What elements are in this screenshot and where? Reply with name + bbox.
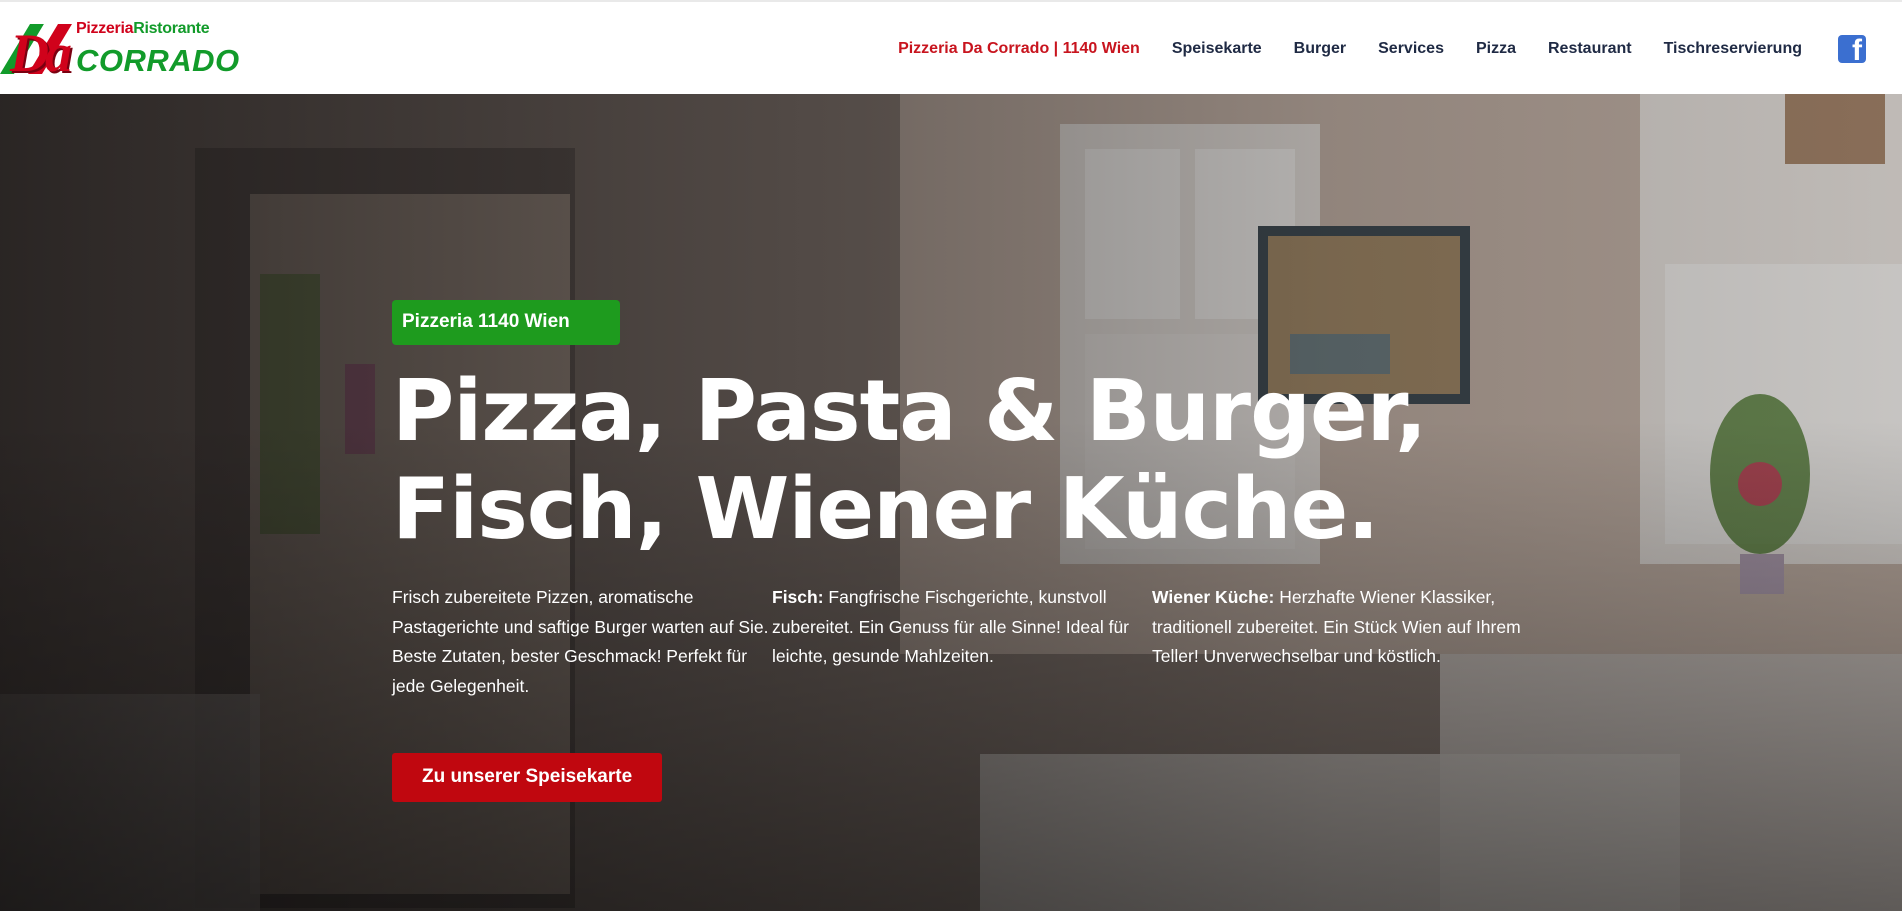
nav-item-restaurant[interactable]: Restaurant — [1548, 40, 1632, 58]
main-nav: Pizzeria Da Corrado | 1140 Wien Speiseka… — [898, 2, 1902, 96]
nav-item-services[interactable]: Services — [1378, 40, 1444, 58]
hero-content: Pizzeria 1140 Wien Pizza, Pasta & Burger… — [392, 300, 1542, 802]
facebook-icon[interactable]: f — [1838, 35, 1866, 63]
logo-da: Da — [10, 23, 72, 83]
hero-headline: Pizza, Pasta & Burger, Fisch, Wiener Küc… — [392, 363, 1542, 559]
hero-columns: Frisch zubereitete Pizzen, aromatische P… — [392, 583, 1542, 701]
hero-column-pizza: Frisch zubereitete Pizzen, aromatische P… — [392, 587, 769, 696]
speisekarte-button[interactable]: Zu unserer Speisekarte — [392, 753, 663, 802]
nav-item-speisekarte[interactable]: Speisekarte — [1172, 40, 1262, 58]
nav-item-home[interactable]: Pizzeria Da Corrado | 1140 Wien — [898, 40, 1140, 58]
hero-column-wiener: Wiener Küche: Herzhafte Wiener Klassiker… — [1152, 587, 1521, 666]
site-header: PizzeriaRistorante Da CORRADO Pizzeria D… — [0, 0, 1902, 94]
hero-headline-line2: Fisch, Wiener Küche. — [392, 460, 1380, 559]
nav-item-tischreservierung[interactable]: Tischreservierung — [1664, 40, 1802, 58]
site-logo[interactable]: PizzeriaRistorante Da CORRADO — [0, 12, 239, 84]
hero-badge: Pizzeria 1140 Wien — [392, 300, 620, 345]
logo-subtitle: PizzeriaRistorante — [76, 20, 210, 37]
hero-section: Pizzeria 1140 Wien Pizza, Pasta & Burger… — [0, 94, 1902, 911]
hero-column-fisch: Fisch: Fangfrische Fischgerichte, kunstv… — [772, 587, 1130, 666]
nav-item-pizza[interactable]: Pizza — [1476, 40, 1516, 58]
hero-headline-line1: Pizza, Pasta & Burger, — [392, 362, 1427, 461]
nav-item-burger[interactable]: Burger — [1294, 40, 1346, 58]
logo-name: CORRADO — [76, 43, 240, 78]
